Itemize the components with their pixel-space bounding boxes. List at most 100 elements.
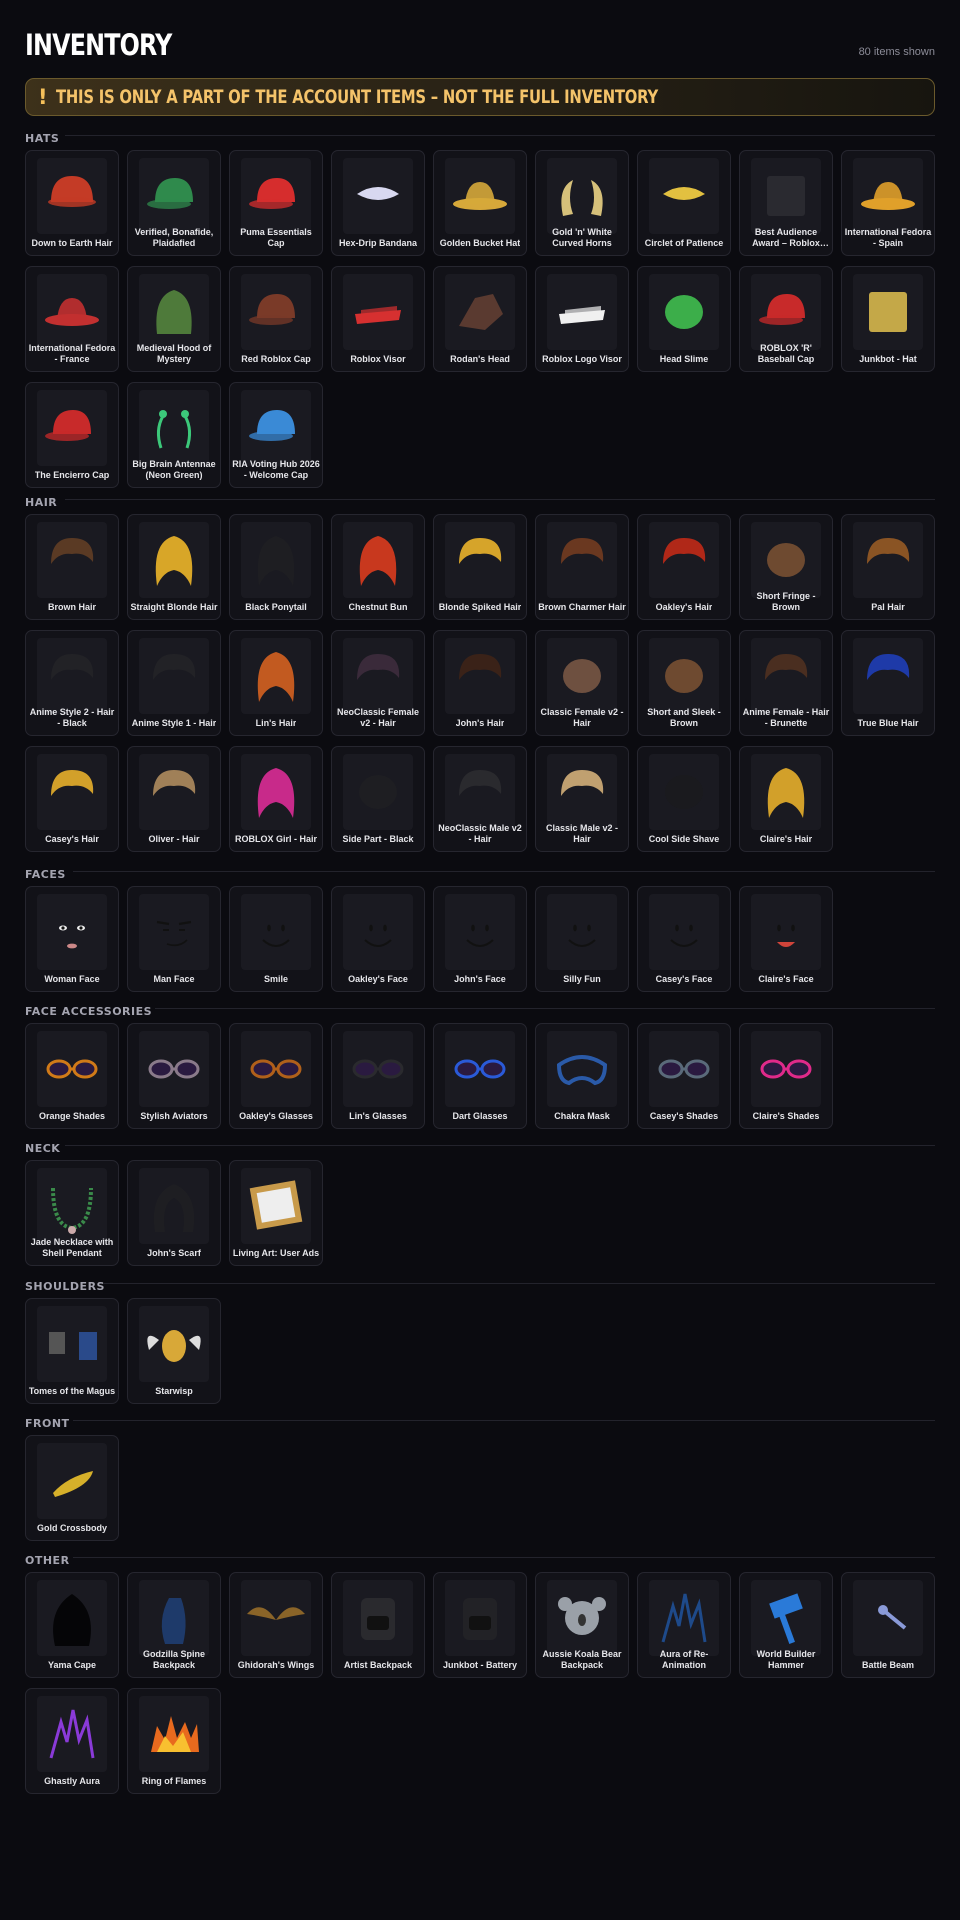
item-card[interactable]: Oakley's Face <box>331 886 425 992</box>
item-card[interactable]: Claire's Hair <box>739 746 833 852</box>
item-card[interactable]: True Blue Hair <box>841 630 935 736</box>
item-card[interactable]: Rodan's Head <box>433 266 527 372</box>
item-card[interactable]: International Fedora - Spain <box>841 150 935 256</box>
item-card[interactable]: Junkbot - Hat <box>841 266 935 372</box>
item-name-wrap: NeoClassic Female v2 - Hair <box>334 706 422 728</box>
item-card[interactable]: Battle Beam <box>841 1572 935 1678</box>
item-card[interactable]: International Fedora - France <box>25 266 119 372</box>
item-card[interactable]: Classic Female v2 - Hair <box>535 630 629 736</box>
item-thumbnail <box>547 274 617 350</box>
item-name: NeoClassic Male v2 - Hair <box>438 823 522 844</box>
item-card[interactable]: Hex-Drip Bandana <box>331 150 425 256</box>
item-card[interactable]: Ring of Flames <box>127 1688 221 1794</box>
item-card[interactable]: Roblox Visor <box>331 266 425 372</box>
item-card[interactable]: Classic Male v2 - Hair <box>535 746 629 852</box>
item-card[interactable]: Gold Crossbody <box>25 1435 119 1541</box>
item-card[interactable]: Casey's Face <box>637 886 731 992</box>
item-card[interactable]: Silly Fun <box>535 886 629 992</box>
item-card[interactable]: Godzilla Spine Backpack <box>127 1572 221 1678</box>
item-card[interactable]: Cool Side Shave <box>637 746 731 852</box>
item-card[interactable]: Oliver - Hair <box>127 746 221 852</box>
item-card[interactable]: Brown Charmer Hair <box>535 514 629 620</box>
item-card[interactable]: Short and Sleek - Brown <box>637 630 731 736</box>
item-card[interactable]: Lin's Hair <box>229 630 323 736</box>
item-card[interactable]: Golden Bucket Hat <box>433 150 527 256</box>
item-thumbnail <box>37 1443 107 1519</box>
item-name: Woman Face <box>44 973 100 984</box>
item-card[interactable]: Anime Style 2 - Hair - Black <box>25 630 119 736</box>
item-thumbnail <box>343 158 413 234</box>
item-card[interactable]: Claire's Face <box>739 886 833 992</box>
item-card[interactable]: Oakley's Hair <box>637 514 731 620</box>
item-card[interactable]: John's Scarf <box>127 1160 221 1266</box>
item-card[interactable]: Chakra Mask <box>535 1023 629 1129</box>
item-card[interactable]: Big Brain Antennae (Neon Green) <box>127 382 221 488</box>
item-card[interactable]: Side Part - Black <box>331 746 425 852</box>
item-card[interactable]: Gold 'n' White Curved Horns <box>535 150 629 256</box>
item-name-wrap: Tomes of the Magus <box>28 1374 116 1396</box>
item-card[interactable]: NeoClassic Male v2 - Hair <box>433 746 527 852</box>
item-card[interactable]: Man Face <box>127 886 221 992</box>
item-card[interactable]: The Encierro Cap <box>25 382 119 488</box>
item-card[interactable]: Aussie Koala Bear Backpack <box>535 1572 629 1678</box>
item-card[interactable]: Lin's Glasses <box>331 1023 425 1129</box>
item-card[interactable]: Anime Style 1 - Hair <box>127 630 221 736</box>
item-card[interactable]: Straight Blonde Hair <box>127 514 221 620</box>
item-card[interactable]: Head Slime <box>637 266 731 372</box>
item-card[interactable]: Roblox Logo Visor <box>535 266 629 372</box>
item-card[interactable]: Smile <box>229 886 323 992</box>
item-card[interactable]: Ghidorah's Wings <box>229 1572 323 1678</box>
item-image <box>561 538 604 564</box>
item-card[interactable]: Woman Face <box>25 886 119 992</box>
item-card[interactable]: Circlet of Patience <box>637 150 731 256</box>
item-card[interactable]: Blonde Spiked Hair <box>433 514 527 620</box>
item-card[interactable]: Dart Glasses <box>433 1023 527 1129</box>
item-card[interactable]: Artist Backpack <box>331 1572 425 1678</box>
item-card[interactable]: Anime Female - Hair - Brunette <box>739 630 833 736</box>
item-image <box>767 176 805 216</box>
item-card[interactable]: Stylish Aviators <box>127 1023 221 1129</box>
item-card[interactable]: Jade Necklace with Shell Pendant <box>25 1160 119 1266</box>
item-thumbnail <box>853 522 923 598</box>
item-name: Tomes of the Magus <box>28 1385 116 1396</box>
item-card[interactable]: Verified, Bonafide, Plaidafied <box>127 150 221 256</box>
item-card[interactable]: World Builder Hammer <box>739 1572 833 1678</box>
item-card[interactable]: Tomes of the Magus <box>25 1298 119 1404</box>
item-card[interactable]: Pal Hair <box>841 514 935 620</box>
item-card[interactable]: Down to Earth Hair <box>25 150 119 256</box>
item-card[interactable]: Casey's Hair <box>25 746 119 852</box>
item-card[interactable]: Puma Essentials Cap <box>229 150 323 256</box>
item-card[interactable]: Short Fringe - Brown <box>739 514 833 620</box>
item-card[interactable]: Brown Hair <box>25 514 119 620</box>
item-card[interactable]: Ghastly Aura <box>25 1688 119 1794</box>
item-card[interactable]: RIA Voting Hub 2026 - Welcome Cap <box>229 382 323 488</box>
item-card[interactable]: Casey's Shades <box>637 1023 731 1129</box>
item-card[interactable]: John's Face <box>433 886 527 992</box>
item-card[interactable]: Medieval Hood of Mystery <box>127 266 221 372</box>
item-name-wrap: NeoClassic Male v2 - Hair <box>436 822 524 844</box>
item-image <box>454 1059 506 1079</box>
item-card[interactable]: NeoClassic Female v2 - Hair <box>331 630 425 736</box>
item-card[interactable]: Junkbot - Battery <box>433 1572 527 1678</box>
item-name: Gold Crossbody <box>36 1522 107 1533</box>
item-card[interactable]: ROBLOX Girl - Hair <box>229 746 323 852</box>
item-name: Jade Necklace with Shell Pendant <box>30 1237 114 1258</box>
item-card[interactable]: Orange Shades <box>25 1023 119 1129</box>
item-card[interactable]: Best Audience Award – Roblox Innovation … <box>739 150 833 256</box>
item-card[interactable]: Black Ponytail <box>229 514 323 620</box>
item-card[interactable]: Yama Cape <box>25 1572 119 1678</box>
item-card[interactable]: Chestnut Bun <box>331 514 425 620</box>
item-name-wrap: Oakley's Hair <box>640 590 728 612</box>
item-card[interactable]: Living Art: User Ads <box>229 1160 323 1266</box>
item-thumbnail <box>139 158 209 234</box>
item-card[interactable]: Oakley's Glasses <box>229 1023 323 1129</box>
item-name: International Fedora - Spain <box>844 227 932 248</box>
item-name-wrap: Aussie Koala Bear Backpack <box>538 1648 626 1670</box>
item-card[interactable]: Red Roblox Cap <box>229 266 323 372</box>
item-card[interactable]: Aura of Re-Animation <box>637 1572 731 1678</box>
item-card[interactable]: Starwisp <box>127 1298 221 1404</box>
item-card[interactable]: John's Hair <box>433 630 527 736</box>
item-card[interactable]: ROBLOX 'R' Baseball Cap <box>739 266 833 372</box>
item-card[interactable]: Claire's Shades <box>739 1023 833 1129</box>
item-name-wrap: Red Roblox Cap <box>232 342 320 364</box>
